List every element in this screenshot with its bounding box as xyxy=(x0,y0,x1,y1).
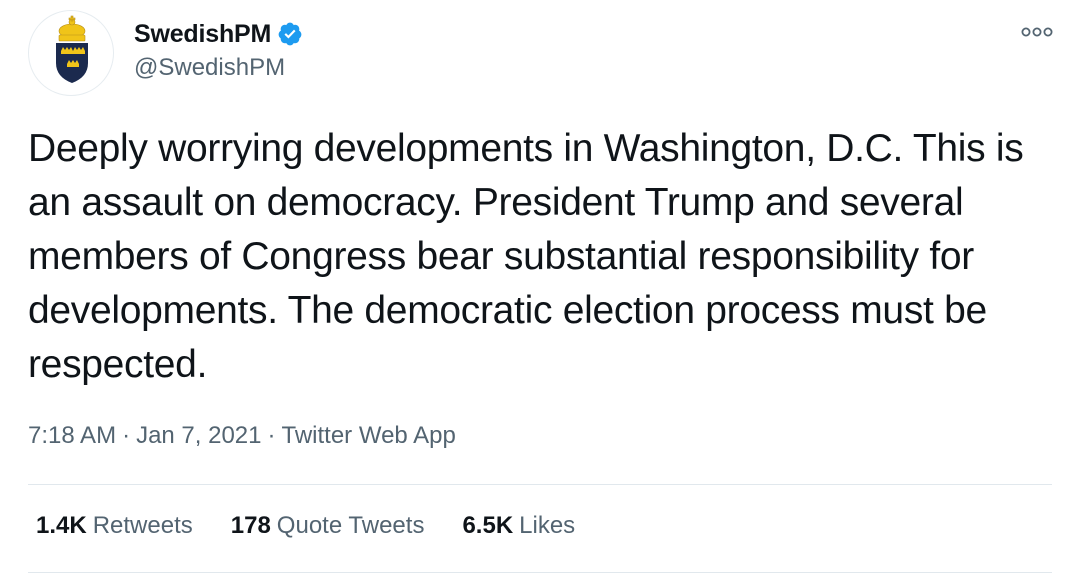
avatar[interactable] xyxy=(28,10,114,96)
swedish-government-crest-icon xyxy=(56,15,88,83)
retweets-stat[interactable]: 1.4K Retweets xyxy=(36,512,193,540)
author-name-row: SwedishPM xyxy=(134,16,303,52)
tweet-source[interactable]: Twitter Web App xyxy=(282,422,456,449)
meta-separator: · xyxy=(122,422,131,449)
likes-count: 6.5K xyxy=(462,512,514,539)
author-handle[interactable]: @SwedishPM xyxy=(134,54,285,82)
more-options-icon[interactable] xyxy=(1020,20,1054,44)
meta-separator: · xyxy=(267,422,276,449)
divider xyxy=(28,484,1052,485)
tweet-date[interactable]: Jan 7, 2021 xyxy=(136,422,261,449)
tweet-stats: 1.4K Retweets 178 Quote Tweets 6.5K Likes xyxy=(36,512,613,540)
retweets-count: 1.4K xyxy=(36,512,87,539)
tweet-time[interactable]: 7:18 AM xyxy=(28,422,116,449)
retweets-label: Retweets xyxy=(92,512,193,539)
tweet-text: Deeply worrying developments in Washingt… xyxy=(28,127,1024,386)
tweet-meta: 7:18 AM · Jan 7, 2021 · Twitter Web App xyxy=(28,422,456,450)
divider xyxy=(28,572,1052,573)
quote-tweets-count: 178 xyxy=(230,512,271,539)
likes-stat[interactable]: 6.5K Likes xyxy=(462,512,575,540)
display-name[interactable]: SwedishPM xyxy=(134,20,271,49)
quote-tweets-label: Quote Tweets xyxy=(276,512,425,539)
quote-tweets-stat[interactable]: 178 Quote Tweets xyxy=(231,512,425,540)
likes-label: Likes xyxy=(519,512,576,539)
verified-badge-icon xyxy=(277,21,303,47)
tweet-card: SwedishPM @SwedishPM Deeply worrying dev… xyxy=(0,0,1080,575)
